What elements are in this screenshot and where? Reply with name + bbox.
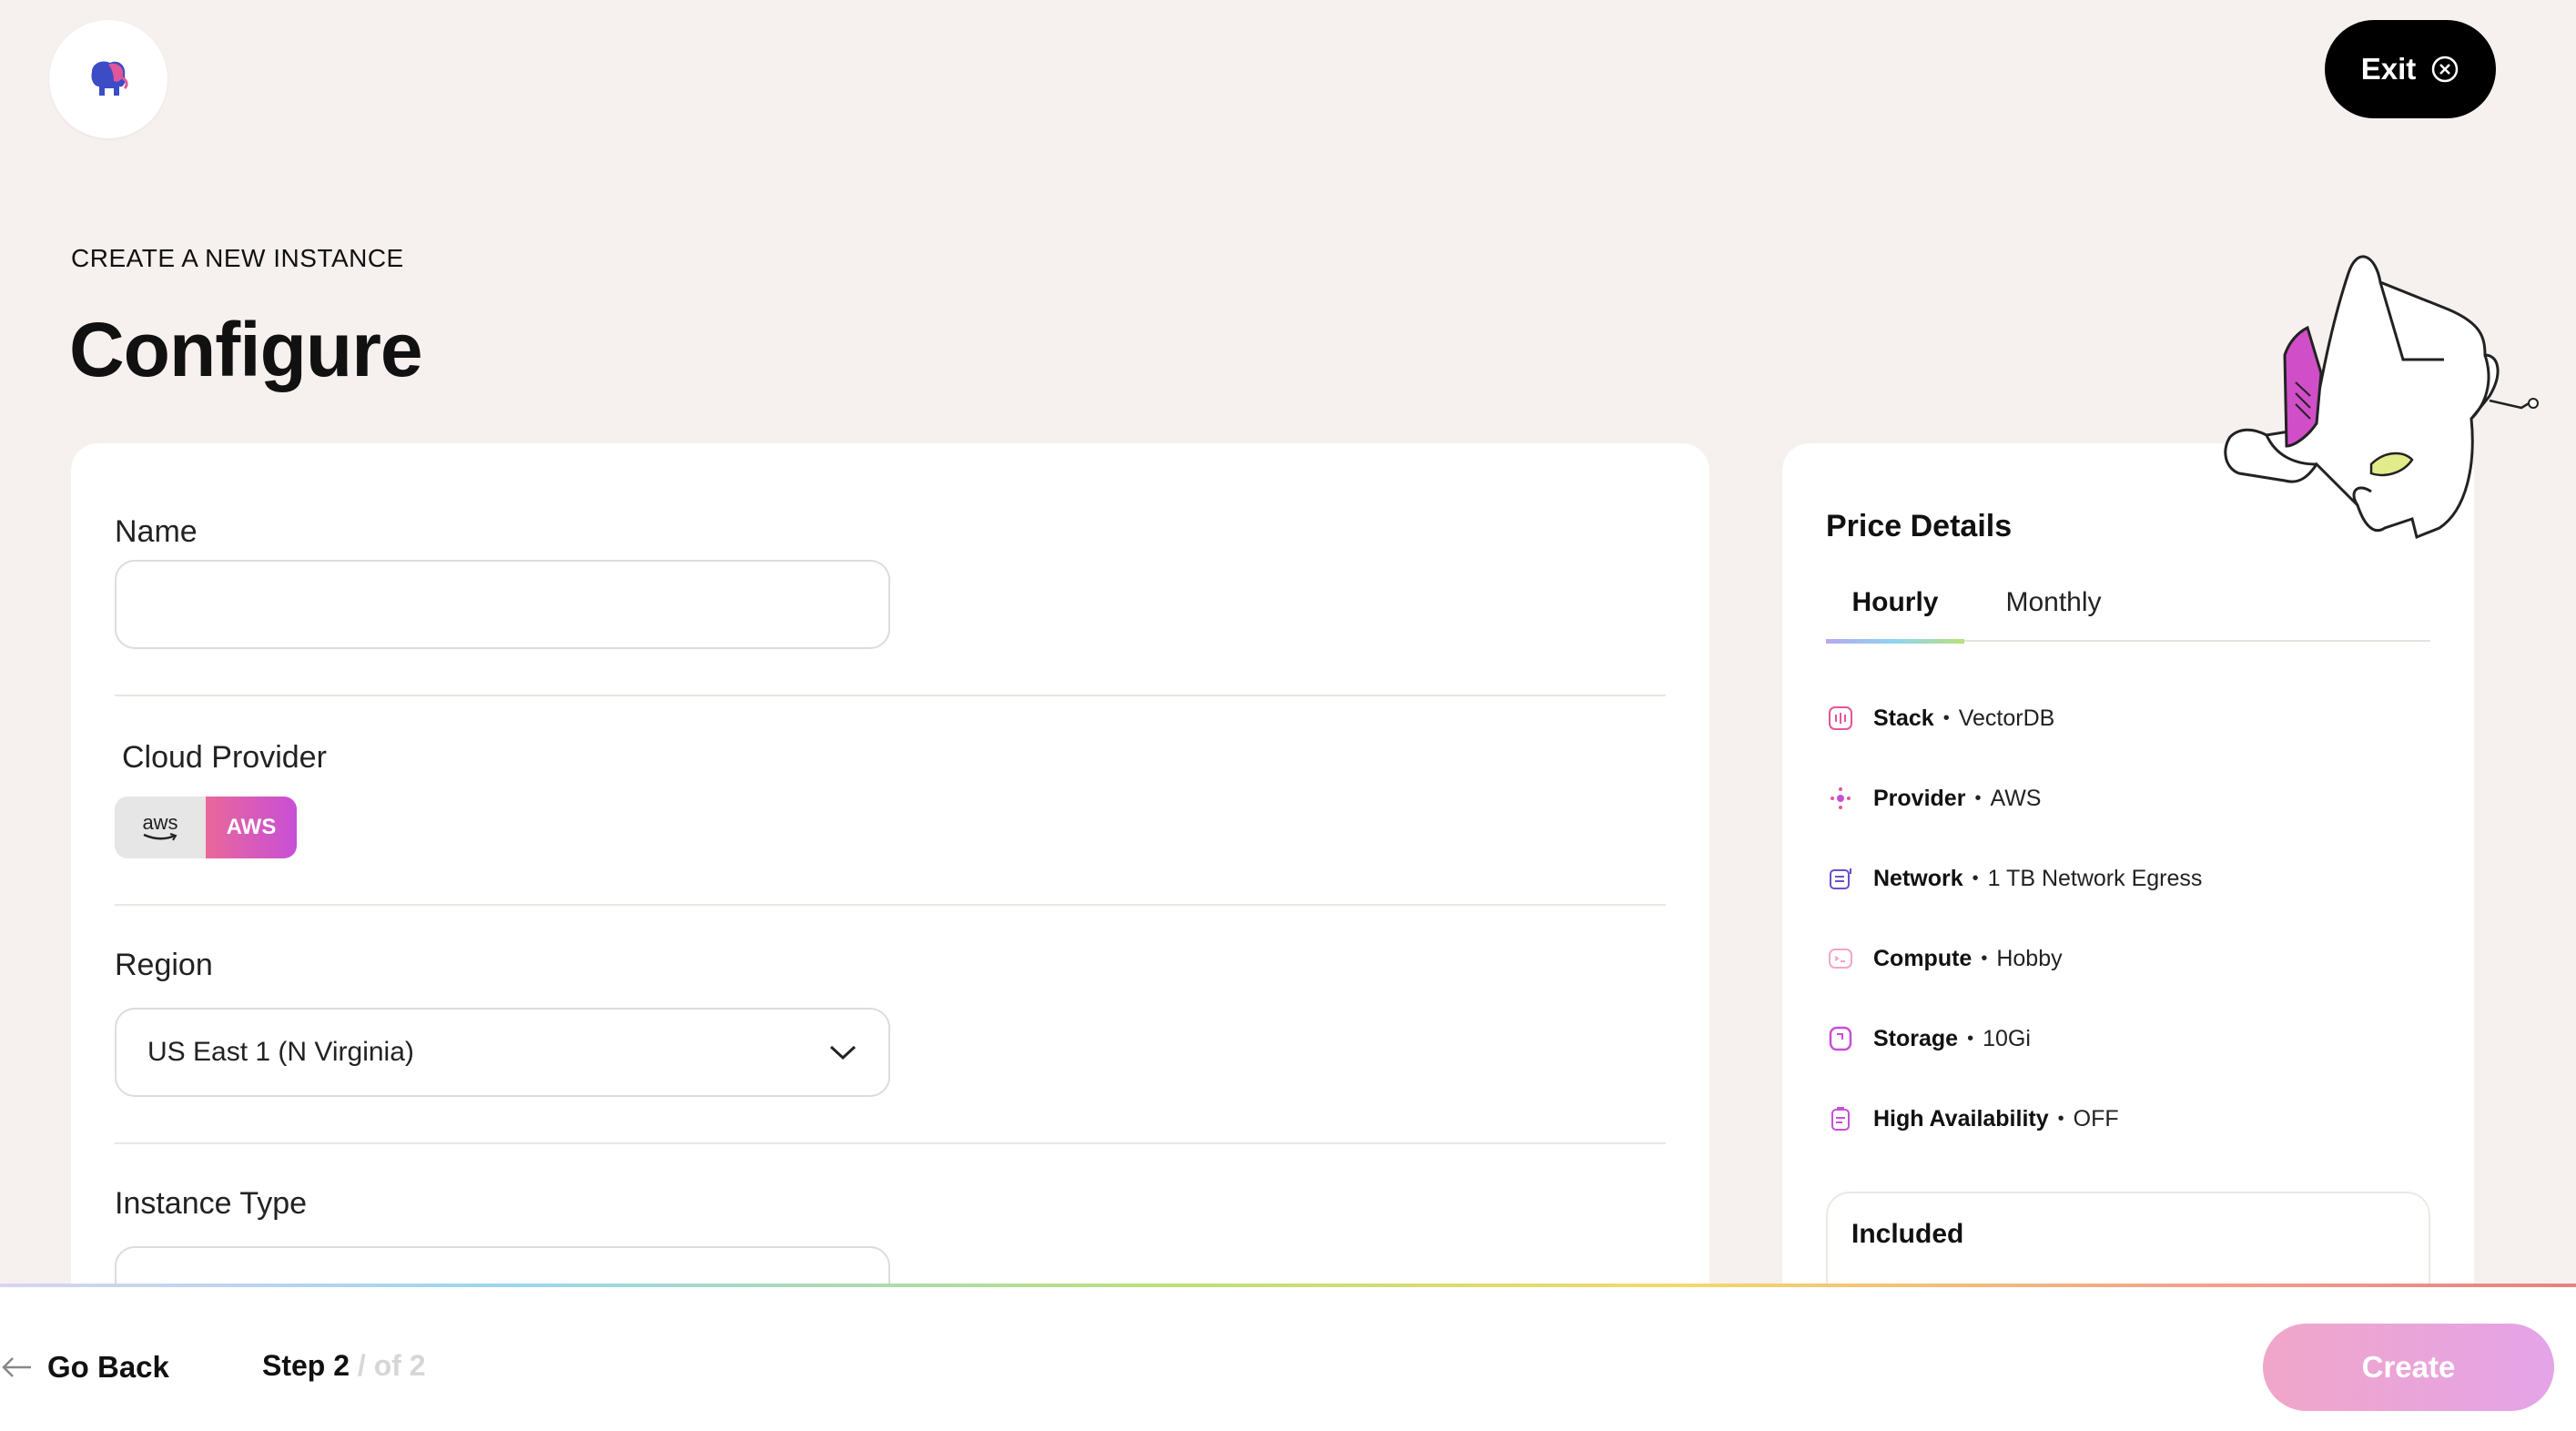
- price-detail-compute: Compute • Hobby: [1826, 940, 2063, 977]
- network-icon: [1826, 864, 1855, 893]
- network-key: Network: [1873, 865, 1963, 891]
- separator-dot: •: [1972, 868, 1979, 888]
- provider-value: AWS: [1990, 785, 2042, 811]
- tab-monthly[interactable]: Monthly: [1981, 580, 2126, 642]
- price-detail-network: Network • 1 TB Network Egress: [1826, 860, 2202, 897]
- network-value: 1 TB Network Egress: [1987, 865, 2203, 891]
- chevron-down-icon: [829, 1045, 857, 1061]
- region-label: Region: [115, 948, 213, 982]
- high-availability-key: High Availability: [1873, 1105, 2049, 1132]
- price-detail-high-availability: High Availability • OFF: [1826, 1101, 2119, 1137]
- stack-value: VectorDB: [1958, 705, 2055, 731]
- close-circle-icon: [2432, 56, 2459, 83]
- cloud-provider-toggle[interactable]: aws AWS: [115, 797, 297, 858]
- compute-key: Compute: [1873, 945, 1973, 971]
- page-title: Configure: [69, 307, 423, 392]
- compute-icon: [1826, 944, 1855, 973]
- aws-option-selected[interactable]: AWS: [206, 797, 297, 858]
- compute-value: Hobby: [1996, 945, 2063, 971]
- exit-button[interactable]: Exit: [2325, 20, 2496, 118]
- name-label: Name: [115, 514, 198, 549]
- go-back-label: Go Back: [47, 1350, 169, 1384]
- included-title: Included: [1851, 1219, 1964, 1249]
- section-divider: [115, 904, 1666, 906]
- section-divider: [115, 1142, 1666, 1144]
- separator-dot: •: [1974, 787, 1982, 808]
- create-button[interactable]: Create: [2263, 1324, 2554, 1411]
- storage-icon: [1826, 1024, 1855, 1053]
- region-value: US East 1 (N Virginia): [147, 1037, 414, 1067]
- aws-smile-icon: [143, 833, 177, 841]
- stack-icon: [1826, 704, 1855, 733]
- price-details-title: Price Details: [1826, 509, 2013, 543]
- cloud-provider-label: Cloud Provider: [122, 740, 327, 775]
- app-logo[interactable]: [49, 20, 167, 138]
- elephant-logo-icon: [91, 61, 128, 96]
- page-eyebrow: CREATE A NEW INSTANCE: [71, 244, 404, 272]
- step-indicator: Step 2 / of 2: [262, 1349, 426, 1383]
- storage-key: Storage: [1873, 1025, 1959, 1051]
- price-detail-stack: Stack • VectorDB: [1826, 700, 2054, 736]
- arrow-left-icon: [2, 1357, 31, 1377]
- separator-dot: •: [1942, 707, 1950, 728]
- region-select[interactable]: US East 1 (N Virginia): [115, 1008, 890, 1097]
- price-detail-provider: Provider • AWS: [1826, 780, 2041, 817]
- step-current: Step 2: [262, 1349, 350, 1382]
- section-divider: [115, 695, 1666, 696]
- progress-gradient-line: [0, 1284, 2576, 1287]
- go-back-button[interactable]: Go Back: [0, 1340, 169, 1395]
- high-availability-icon: [1826, 1104, 1855, 1133]
- storage-value: 10Gi: [1983, 1025, 2031, 1051]
- price-detail-storage: Storage • 10Gi: [1826, 1020, 2031, 1057]
- aws-logo-option[interactable]: aws: [115, 797, 206, 858]
- stack-key: Stack: [1873, 705, 1934, 731]
- high-availability-value: OFF: [2073, 1105, 2119, 1132]
- name-input[interactable]: [115, 560, 890, 649]
- provider-icon: [1826, 784, 1855, 813]
- provider-key: Provider: [1873, 785, 1966, 811]
- tab-hourly[interactable]: Hourly: [1826, 580, 1964, 644]
- separator-dot: •: [2057, 1108, 2064, 1129]
- step-total: / of 2: [357, 1349, 426, 1382]
- instance-type-label: Instance Type: [115, 1186, 308, 1221]
- separator-dot: •: [1967, 1028, 1974, 1049]
- separator-dot: •: [1981, 948, 1988, 969]
- exit-label: Exit: [2360, 52, 2417, 86]
- elephant-mascot-illustration: [2224, 255, 2539, 540]
- aws-logo-text: aws: [142, 811, 178, 834]
